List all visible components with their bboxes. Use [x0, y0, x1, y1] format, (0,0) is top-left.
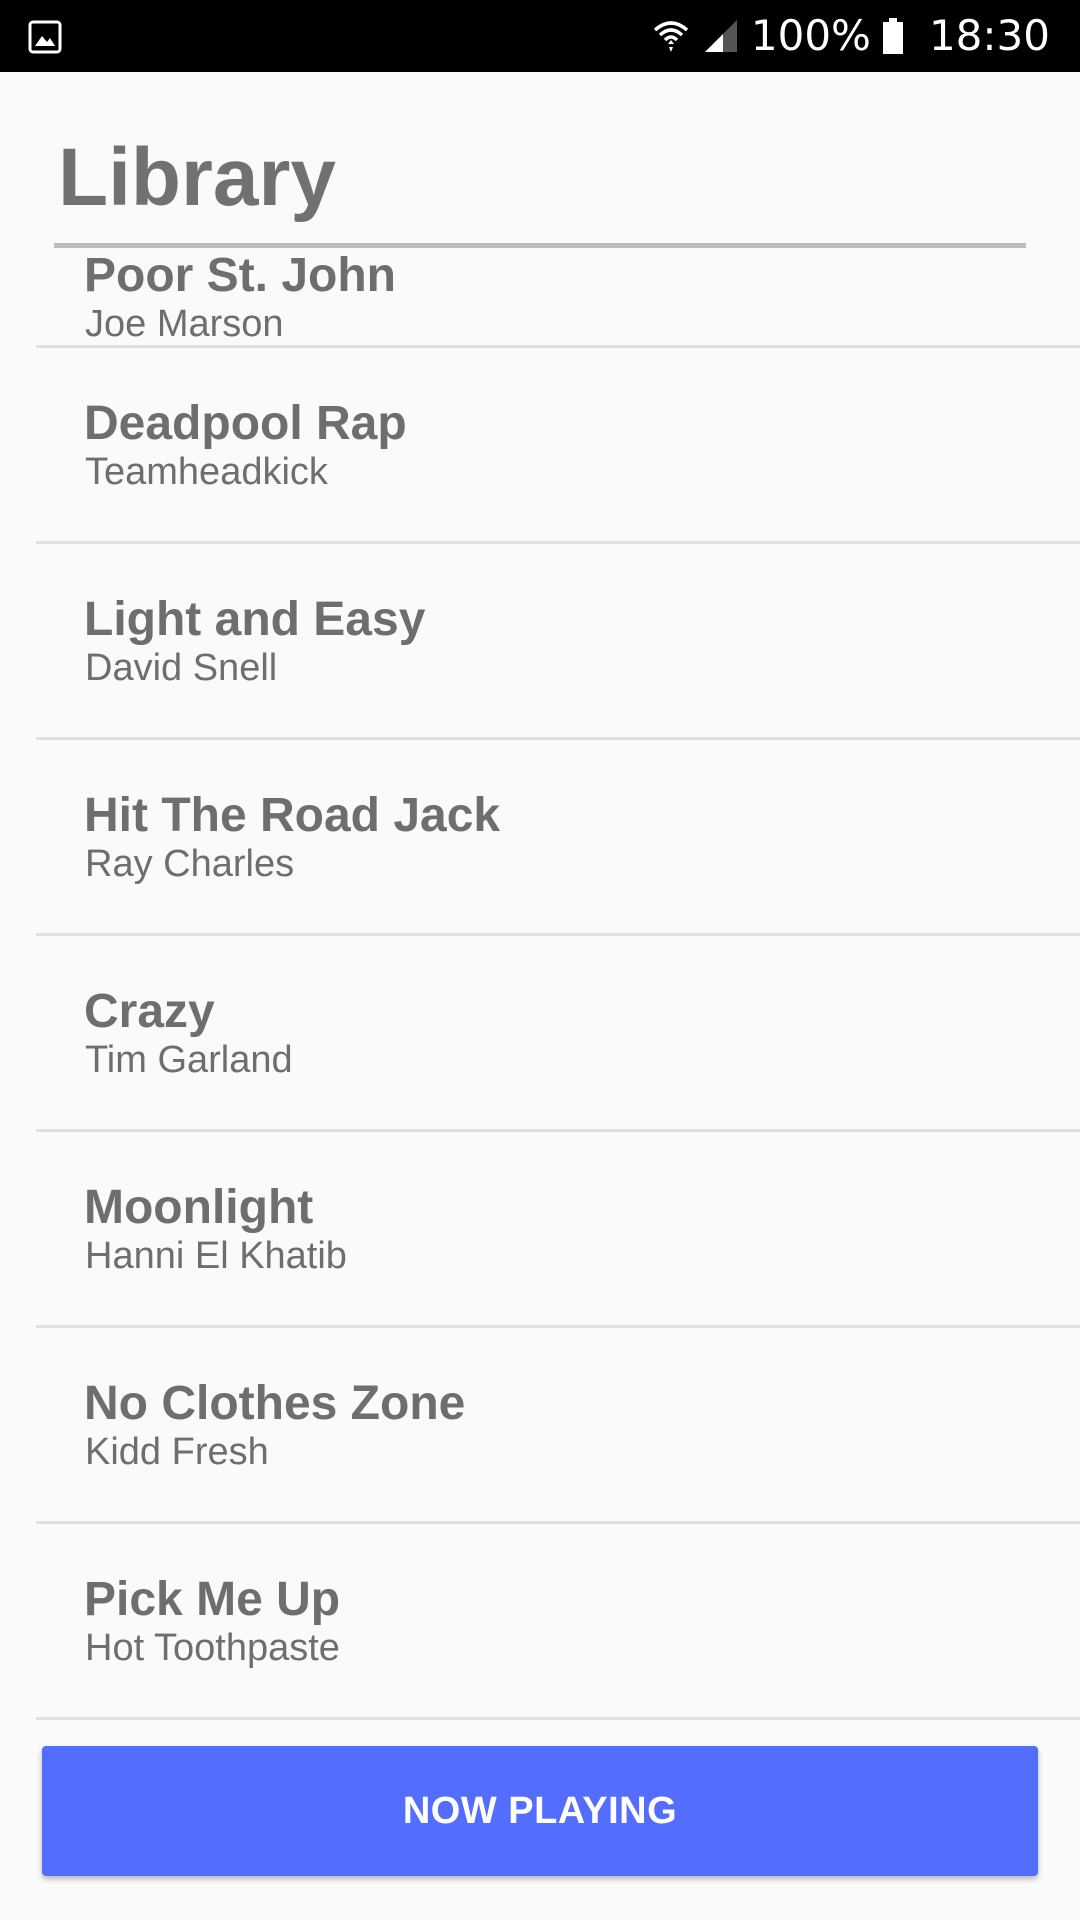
page-title: Library	[58, 132, 336, 223]
track-title: Poor St. John	[84, 249, 396, 302]
status-icons: 100% 18:30	[651, 0, 1050, 72]
battery-icon	[881, 16, 905, 56]
track-title: Deadpool Rap	[84, 397, 407, 450]
track-artist: David Snell	[85, 647, 278, 689]
status-bar: 100% 18:30	[0, 0, 1080, 72]
list-item[interactable]: Deadpool Rap Teamheadkick	[0, 396, 1080, 592]
cell-signal-icon	[701, 16, 741, 56]
track-title: Moonlight	[84, 1181, 314, 1234]
track-title: Hit The Road Jack	[84, 789, 501, 842]
list-item[interactable]: Poor St. John Joe Marson	[0, 248, 1080, 392]
track-list[interactable]: Poor St. John Joe Marson Deadpool Rap Te…	[0, 248, 1080, 1920]
track-artist: Kidd Fresh	[85, 1431, 269, 1473]
list-item[interactable]: Light and Easy David Snell	[0, 592, 1080, 788]
track-artist: Hanni El Khatib	[85, 1235, 347, 1277]
list-divider	[36, 1717, 1080, 1720]
now-playing-button[interactable]: NOW PLAYING	[42, 1746, 1038, 1876]
track-artist: Hot Toothpaste	[85, 1627, 340, 1669]
gallery-icon	[28, 20, 62, 54]
track-artist: Tim Garland	[85, 1039, 293, 1081]
list-divider	[36, 345, 1080, 348]
list-item[interactable]: Moonlight Hanni El Khatib	[0, 1180, 1080, 1376]
track-title: No Clothes Zone	[84, 1377, 466, 1430]
track-artist: Joe Marson	[85, 303, 284, 345]
list-divider	[36, 1521, 1080, 1524]
list-item[interactable]: Hit The Road Jack Ray Charles	[0, 788, 1080, 984]
track-title: Pick Me Up	[84, 1573, 341, 1626]
battery-percent: 100%	[750, 11, 871, 60]
list-divider	[36, 933, 1080, 936]
track-artist: Teamheadkick	[85, 451, 328, 493]
track-title: Light and Easy	[84, 593, 426, 646]
list-item[interactable]: Pick Me Up Hot Toothpaste	[0, 1572, 1080, 1768]
list-divider	[36, 541, 1080, 544]
list-divider	[36, 1129, 1080, 1132]
list-item[interactable]: No Clothes Zone Kidd Fresh	[0, 1376, 1080, 1572]
status-time: 18:30	[928, 11, 1050, 60]
list-item[interactable]: Crazy Tim Garland	[0, 984, 1080, 1180]
wifi-icon	[651, 16, 691, 56]
list-divider	[36, 1325, 1080, 1328]
track-artist: Ray Charles	[85, 843, 295, 885]
track-title: Crazy	[84, 985, 215, 1038]
list-divider	[36, 737, 1080, 740]
